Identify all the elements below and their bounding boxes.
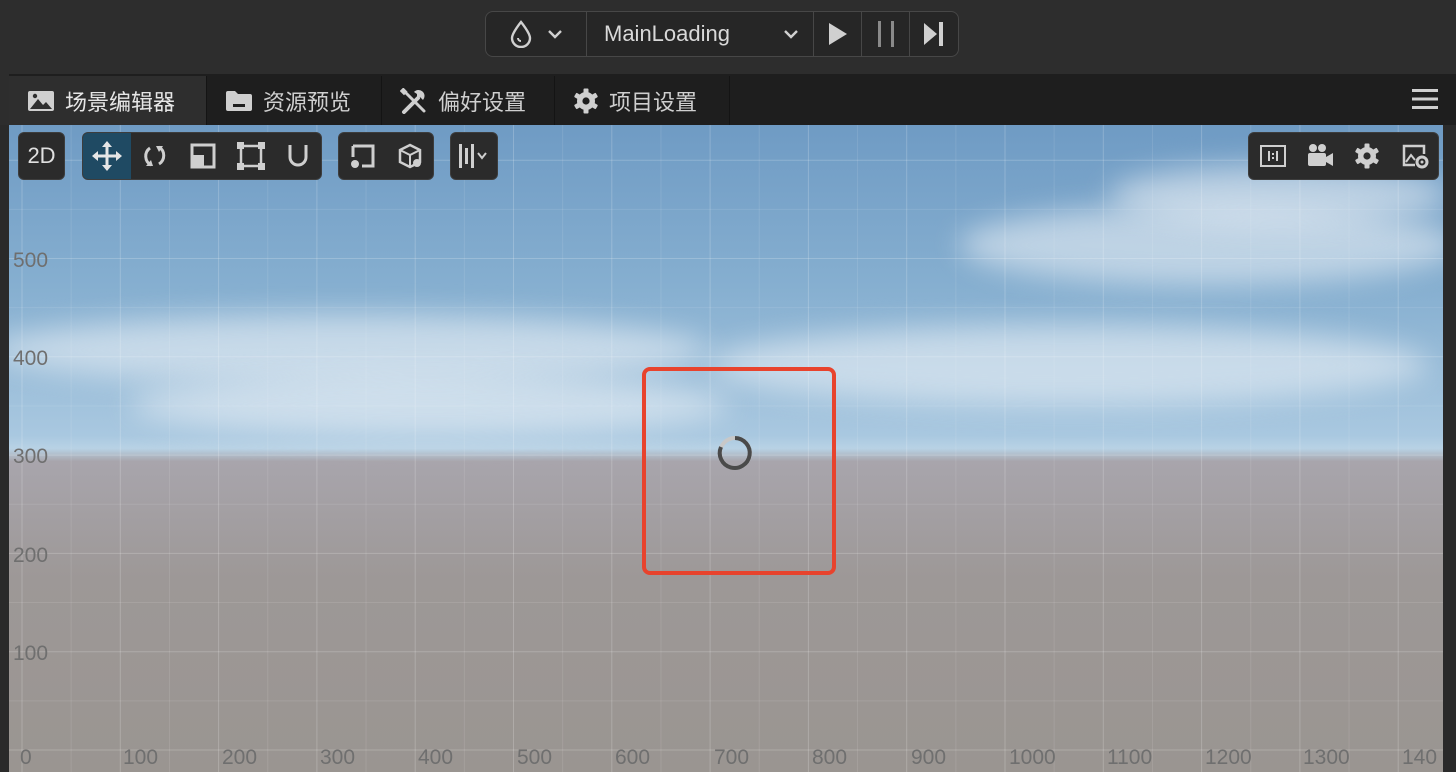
chevron-down-icon bbox=[548, 30, 562, 39]
mode-2d-toggle-group: 2D bbox=[18, 132, 65, 180]
move-icon bbox=[92, 141, 122, 171]
transform-tools bbox=[82, 132, 322, 180]
one-to-one-icon bbox=[1259, 145, 1286, 167]
settings-gear-icon bbox=[1355, 143, 1379, 169]
x-axis-label: 1000 bbox=[1009, 746, 1056, 769]
snap-magnet-icon bbox=[288, 145, 308, 167]
one-to-one-button[interactable] bbox=[1249, 133, 1296, 179]
tab-project-settings[interactable]: 项目设置 bbox=[555, 76, 730, 125]
tab-label: 资源预览 bbox=[263, 89, 352, 115]
local-global-icon bbox=[398, 143, 421, 169]
x-axis-label: 140 bbox=[1402, 746, 1438, 769]
tab-preferences[interactable]: 偏好设置 bbox=[382, 76, 555, 125]
step-icon bbox=[924, 22, 943, 46]
pivot-tools bbox=[338, 132, 434, 180]
rotate-tool-button[interactable] bbox=[131, 133, 179, 179]
camera-icon bbox=[1307, 144, 1333, 166]
scale-tool-button[interactable] bbox=[179, 133, 227, 179]
align-tools bbox=[450, 132, 498, 180]
playback-controls: MainLoading bbox=[485, 11, 959, 57]
scene-viewport[interactable]: 500 400 300 200 100 0 100 200 300 400 50… bbox=[9, 125, 1443, 772]
folder-icon bbox=[226, 90, 252, 111]
align-icon bbox=[459, 144, 487, 168]
tab-asset-preview[interactable]: 资源预览 bbox=[207, 76, 382, 125]
x-axis-label: 600 bbox=[615, 746, 651, 769]
tab-scene-editor[interactable]: 场景编辑器 bbox=[9, 76, 207, 125]
scene-settings-icon bbox=[1402, 144, 1428, 169]
x-axis-label: 400 bbox=[418, 746, 454, 769]
left-edge bbox=[0, 74, 9, 125]
pause-button[interactable] bbox=[862, 12, 910, 56]
mode-2d-button[interactable]: 2D bbox=[19, 133, 64, 179]
play-icon bbox=[828, 23, 847, 45]
gear-icon bbox=[574, 88, 598, 113]
chevron-down-icon bbox=[784, 30, 798, 39]
x-axis-label: 1300 bbox=[1303, 746, 1350, 769]
x-axis-label: 500 bbox=[517, 746, 553, 769]
view-tools bbox=[1248, 132, 1439, 180]
play-button[interactable] bbox=[814, 12, 862, 56]
y-axis-label: 200 bbox=[13, 544, 49, 567]
x-axis-label: 200 bbox=[222, 746, 258, 769]
rotate-icon bbox=[144, 145, 166, 167]
scale-icon bbox=[190, 143, 216, 169]
scene-settings-button[interactable] bbox=[1391, 133, 1438, 179]
scene-name: MainLoading bbox=[604, 21, 730, 46]
x-axis-label: 900 bbox=[911, 746, 947, 769]
camera-button[interactable] bbox=[1296, 133, 1343, 179]
pause-icon bbox=[877, 21, 894, 47]
align-button[interactable] bbox=[451, 133, 497, 179]
x-axis-label: 1200 bbox=[1205, 746, 1252, 769]
tab-label: 偏好设置 bbox=[438, 89, 527, 115]
panel-tab-bar: 场景编辑器 资源预览 偏好设置 项目设置 bbox=[0, 74, 1456, 125]
x-axis-label: 800 bbox=[812, 746, 848, 769]
tab-label: 场景编辑器 bbox=[65, 89, 176, 115]
scene-image-icon bbox=[28, 90, 54, 111]
y-axis-label: 400 bbox=[13, 347, 49, 370]
scene-select[interactable]: MainLoading bbox=[587, 12, 814, 56]
x-axis-label: 300 bbox=[320, 746, 356, 769]
x-axis-label: 0 bbox=[20, 746, 32, 769]
engine-select[interactable] bbox=[486, 12, 587, 56]
loading-spinner-icon bbox=[717, 436, 752, 470]
local-global-button[interactable] bbox=[386, 133, 433, 179]
menu-icon[interactable] bbox=[1412, 88, 1438, 110]
x-axis-label: 100 bbox=[123, 746, 159, 769]
rect-icon bbox=[237, 142, 265, 170]
snap-button[interactable] bbox=[275, 133, 321, 179]
top-toolbar: MainLoading bbox=[0, 0, 1456, 74]
y-axis-label: 300 bbox=[13, 445, 49, 468]
scene-gear-button[interactable] bbox=[1343, 133, 1391, 179]
pivot-button[interactable] bbox=[339, 133, 386, 179]
right-edge bbox=[1443, 125, 1456, 772]
x-axis-label: 1100 bbox=[1107, 746, 1153, 769]
move-tool-button[interactable] bbox=[83, 133, 131, 179]
pivot-icon bbox=[350, 144, 374, 168]
rect-tool-button[interactable] bbox=[227, 133, 275, 179]
tab-label: 项目设置 bbox=[609, 89, 698, 115]
y-axis-label: 100 bbox=[13, 642, 49, 665]
step-button[interactable] bbox=[910, 12, 958, 56]
y-axis-label: 500 bbox=[13, 249, 49, 272]
tools-icon bbox=[400, 87, 426, 114]
x-axis-label: 700 bbox=[714, 746, 750, 769]
drop-icon bbox=[510, 20, 532, 48]
